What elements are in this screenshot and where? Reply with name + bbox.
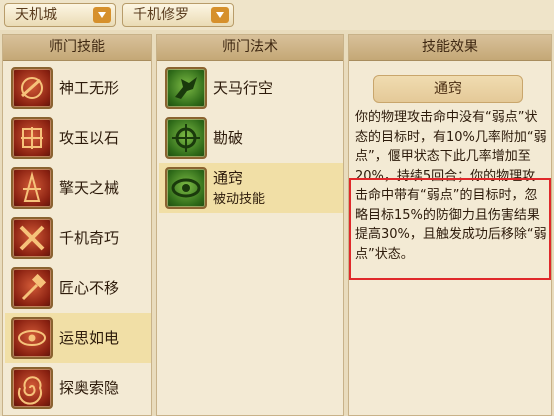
pegasus-icon bbox=[165, 67, 207, 109]
skill-row[interactable]: 擎天之械 bbox=[5, 163, 151, 213]
skill-row[interactable]: 神工无形 bbox=[5, 63, 151, 113]
hammer-icon bbox=[11, 267, 53, 309]
school-dropdown[interactable]: 天机城 bbox=[4, 3, 116, 27]
art-sub-label: 被动技能 bbox=[213, 192, 266, 207]
skill-row[interactable]: 匠心不移 bbox=[5, 263, 151, 313]
top-bar: 天机城 千机修罗 bbox=[0, 0, 554, 30]
art-label: 勘破 bbox=[213, 128, 244, 147]
art-row[interactable]: 勘破 bbox=[159, 113, 343, 163]
cross-blades-icon bbox=[11, 217, 53, 259]
school-arts-panel: 师门法术 天马行空 勘破 通窍 被动技能 bbox=[156, 34, 344, 416]
skill-effect-panel: 技能效果 通窍 你的物理攻击命中没有“弱点”状态的目标时，有10%几率附加“弱点… bbox=[348, 34, 552, 416]
art-row-selected[interactable]: 通窍 被动技能 bbox=[159, 163, 343, 213]
skill-label: 攻玉以石 bbox=[59, 128, 120, 147]
art-label: 通窍 bbox=[213, 169, 244, 187]
skill-label: 运思如电 bbox=[59, 328, 120, 347]
skill-label: 擎天之械 bbox=[59, 178, 120, 197]
school-skills-header: 师门技能 bbox=[3, 35, 151, 61]
chevron-down-icon[interactable] bbox=[211, 7, 229, 23]
pillar-mechanism-icon bbox=[11, 167, 53, 209]
branch-dropdown[interactable]: 千机修罗 bbox=[122, 3, 234, 27]
art-label: 天马行空 bbox=[213, 78, 274, 97]
school-skills-panel: 师门技能 神工无形 攻玉以石 擎天之械 千机奇巧 匠心不移 运思如电 探奥索隐 bbox=[2, 34, 152, 416]
crosshair-icon bbox=[165, 117, 207, 159]
chevron-down-icon[interactable] bbox=[93, 7, 111, 23]
mechanism-orb-icon bbox=[11, 67, 53, 109]
skill-label: 千机奇巧 bbox=[59, 228, 120, 247]
school-dropdown-value: 天机城 bbox=[15, 7, 57, 23]
effect-skill-title: 通窍 bbox=[373, 75, 523, 103]
skill-effect-header: 技能效果 bbox=[349, 35, 551, 61]
skill-label: 神工无形 bbox=[59, 78, 120, 97]
skill-row-selected[interactable]: 运思如电 bbox=[5, 313, 151, 363]
swirl-icon bbox=[11, 367, 53, 409]
art-row[interactable]: 天马行空 bbox=[159, 63, 343, 113]
branch-dropdown-value: 千机修罗 bbox=[133, 7, 189, 23]
eye-lightning-icon bbox=[11, 317, 53, 359]
school-arts-header: 师门法术 bbox=[157, 35, 343, 61]
skill-label: 匠心不移 bbox=[59, 278, 120, 297]
skill-label: 探奥索隐 bbox=[59, 378, 120, 397]
eye-icon bbox=[165, 167, 207, 209]
skill-row[interactable]: 千机奇巧 bbox=[5, 213, 151, 263]
jade-stone-icon bbox=[11, 117, 53, 159]
skill-row[interactable]: 攻玉以石 bbox=[5, 113, 151, 163]
highlight-box bbox=[349, 178, 551, 280]
skill-row[interactable]: 探奥索隐 bbox=[5, 363, 151, 413]
